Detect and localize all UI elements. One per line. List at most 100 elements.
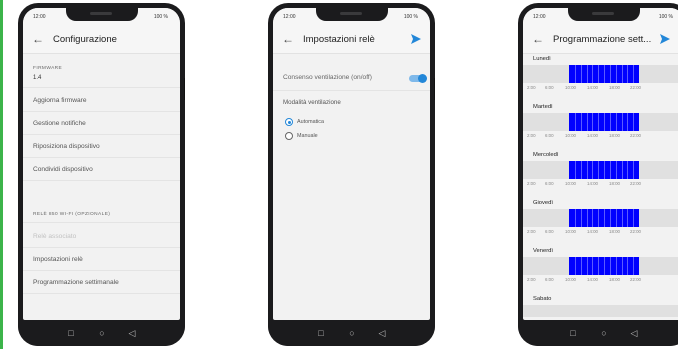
recents-icon[interactable]: □ bbox=[568, 328, 578, 338]
send-icon[interactable] bbox=[410, 33, 422, 45]
time-tick-label: 6:00 bbox=[545, 133, 554, 138]
menu-item-impostazioni-rele[interactable]: Impostazioni relè bbox=[23, 249, 180, 271]
hour-separator bbox=[604, 209, 605, 227]
menu-item-label: Programmazione settimanale bbox=[33, 279, 119, 286]
hour-separator bbox=[592, 257, 594, 275]
screen: 12:00 100 % ← Configurazione FIRMWARE 1.… bbox=[23, 8, 180, 320]
back-arrow-icon[interactable]: ← bbox=[532, 32, 544, 46]
menu-item-programmazione-settimanale[interactable]: Programmazione settimanale bbox=[23, 272, 180, 294]
home-icon[interactable]: ○ bbox=[97, 328, 107, 338]
hour-separator bbox=[615, 257, 617, 275]
back-icon[interactable]: ◁ bbox=[127, 328, 137, 338]
phone-programmazione-settimanale: 12:00 100 % ← Programmazione sett... Lun… bbox=[518, 3, 678, 346]
app-toolbar: ← Configurazione bbox=[23, 26, 180, 54]
camera-notch bbox=[568, 8, 640, 21]
recents-icon[interactable]: □ bbox=[66, 328, 76, 338]
hour-separator bbox=[574, 65, 576, 83]
toggle-label: Consenso ventilazione (on/off) bbox=[283, 74, 372, 81]
day-label: Giovedì bbox=[533, 200, 553, 206]
day-schedule-bar[interactable] bbox=[523, 209, 678, 227]
active-time-block[interactable] bbox=[569, 65, 639, 83]
radio-label-automatica: Automatica bbox=[297, 119, 324, 125]
time-tick-label: 2:00 bbox=[527, 85, 536, 90]
day-label: Venerdì bbox=[533, 248, 553, 254]
menu-item-label: Relè associato bbox=[33, 233, 77, 240]
camera-notch bbox=[315, 8, 388, 21]
time-tick-label: 6:00 bbox=[545, 229, 554, 234]
day-schedule-bar[interactable] bbox=[523, 257, 678, 275]
home-icon[interactable]: ○ bbox=[347, 328, 357, 338]
status-battery: 100 % bbox=[658, 14, 673, 20]
time-tick-label: 18:00 bbox=[609, 85, 620, 90]
time-tick-label: 18:00 bbox=[609, 277, 620, 282]
android-nav-bar: □ ○ ◁ bbox=[518, 320, 678, 346]
hour-separator bbox=[633, 161, 635, 179]
hour-separator bbox=[574, 113, 576, 131]
hour-separator bbox=[586, 161, 588, 179]
day-schedule-bar[interactable] bbox=[523, 113, 678, 131]
radio-manuale[interactable] bbox=[285, 132, 293, 140]
menu-item-condividi-dispositivo[interactable]: Condividi dispositivo bbox=[23, 159, 180, 181]
time-ticks: 2:00 6:00 10:00 14:00 18:00 22:00 bbox=[523, 85, 678, 91]
active-time-block[interactable] bbox=[569, 209, 639, 227]
hour-separator bbox=[615, 65, 617, 83]
status-time: 12:00 bbox=[533, 14, 546, 20]
back-arrow-icon[interactable]: ← bbox=[32, 32, 44, 46]
hour-separator bbox=[627, 65, 629, 83]
send-icon[interactable] bbox=[659, 33, 671, 45]
hour-separator bbox=[633, 257, 635, 275]
hour-separator bbox=[598, 113, 600, 131]
day-schedule-bar[interactable] bbox=[523, 305, 678, 317]
active-time-block[interactable] bbox=[569, 161, 639, 179]
day-schedule-bar[interactable] bbox=[523, 161, 678, 179]
hour-separator bbox=[574, 209, 576, 227]
status-battery: 100 % bbox=[403, 14, 418, 20]
menu-item-aggiorna-firmware[interactable]: Aggiorna firmware bbox=[23, 90, 180, 112]
time-tick-label: 14:00 bbox=[587, 85, 598, 90]
menu-item-label: Aggiorna firmware bbox=[33, 97, 87, 104]
day-label: Mercoledì bbox=[533, 152, 559, 158]
recents-icon[interactable]: □ bbox=[316, 328, 326, 338]
hour-separator bbox=[604, 65, 605, 83]
time-ticks: 2:00 6:00 10:00 14:00 18:00 22:00 bbox=[523, 229, 678, 235]
active-time-block[interactable] bbox=[569, 257, 639, 275]
time-tick-label: 22:00 bbox=[630, 181, 641, 186]
time-tick-label: 14:00 bbox=[587, 229, 598, 234]
home-icon[interactable]: ○ bbox=[599, 328, 609, 338]
hour-separator bbox=[604, 257, 605, 275]
hour-separator bbox=[580, 113, 582, 131]
status-time: 12:00 bbox=[283, 14, 296, 20]
android-nav-bar: □ ○ ◁ bbox=[268, 320, 435, 346]
page-title: Programmazione sett... bbox=[553, 34, 652, 45]
time-tick-label: 10:00 bbox=[565, 277, 576, 282]
hour-separator bbox=[598, 209, 600, 227]
menu-item-label: Condividi dispositivo bbox=[33, 166, 93, 173]
active-time-block[interactable] bbox=[569, 113, 639, 131]
hour-separator bbox=[609, 257, 611, 275]
menu-item-riposiziona-dispositivo[interactable]: Riposiziona dispositivo bbox=[23, 136, 180, 158]
back-icon[interactable]: ◁ bbox=[377, 328, 387, 338]
hour-separator bbox=[627, 161, 629, 179]
hour-separator bbox=[592, 113, 594, 131]
divider bbox=[273, 90, 430, 91]
menu-item-label: Gestione notifiche bbox=[33, 120, 86, 127]
hour-separator bbox=[621, 257, 623, 275]
radio-automatica[interactable] bbox=[285, 118, 293, 126]
page-title: Impostazioni relè bbox=[303, 34, 375, 45]
hour-separator bbox=[627, 113, 629, 131]
toggle-knob[interactable] bbox=[418, 74, 427, 83]
menu-item-gestione-notifiche[interactable]: Gestione notifiche bbox=[23, 113, 180, 135]
back-arrow-icon[interactable]: ← bbox=[282, 32, 294, 46]
section-label-rele: RELÈ 850 WI-FI (OPZIONALE) bbox=[33, 212, 111, 217]
menu-item-rele-associato: Relè associato bbox=[23, 226, 180, 248]
hour-separator bbox=[609, 209, 611, 227]
day-schedule-bar[interactable] bbox=[523, 65, 678, 83]
time-tick-label: 14:00 bbox=[587, 181, 598, 186]
section-label-modalita: Modalità ventilazione bbox=[283, 99, 341, 106]
back-icon[interactable]: ◁ bbox=[629, 328, 639, 338]
android-nav-bar: □ ○ ◁ bbox=[18, 320, 185, 346]
hour-separator bbox=[615, 113, 617, 131]
hour-separator bbox=[609, 113, 611, 131]
time-tick-label: 22:00 bbox=[630, 229, 641, 234]
time-tick-label: 18:00 bbox=[609, 133, 620, 138]
